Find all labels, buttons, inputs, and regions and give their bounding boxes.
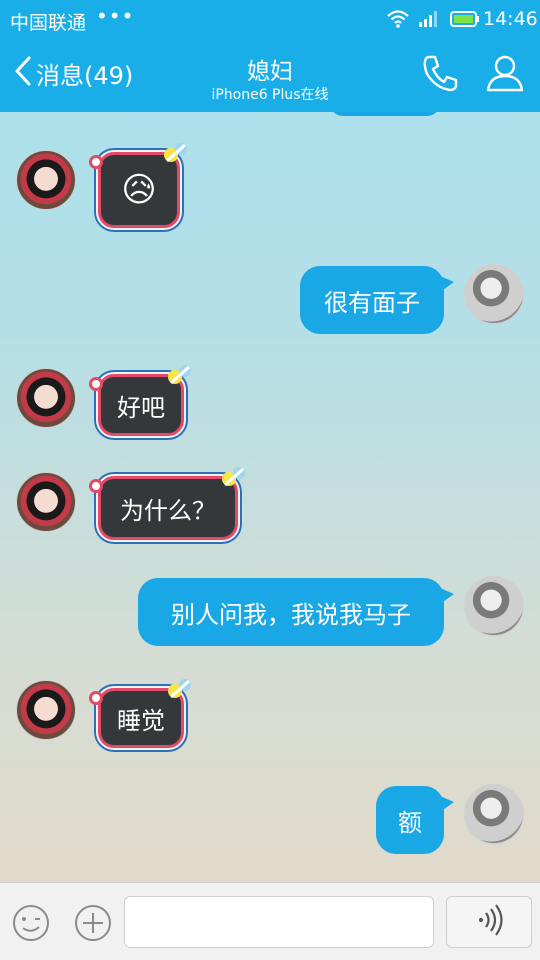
my-avatar[interactable] [464, 576, 524, 636]
voice-button[interactable] [446, 896, 532, 948]
plus-icon[interactable] [73, 903, 113, 947]
contact-avatar[interactable] [16, 150, 76, 210]
ribbon-decoration-icon [222, 467, 245, 487]
chat-area[interactable]: 😥 很有面子 好吧 为什么？ 别人问我，我说我马子 睡觉 额 [0, 112, 540, 882]
clock: 14:46 [483, 8, 538, 30]
chat-header: 消息(49) 媳妇 iPhone6 Plus在线 [0, 38, 540, 112]
message-bubble[interactable]: 好吧 [89, 365, 191, 436]
voice-icon [472, 903, 506, 941]
carrier-label: 中国联通 [10, 12, 87, 34]
input-bar [0, 882, 540, 960]
phone-icon[interactable] [422, 54, 458, 96]
battery-icon [450, 11, 480, 31]
message-text: 为什么？ [120, 496, 216, 525]
ribbon-decoration-icon [164, 143, 187, 163]
signal-icon [418, 10, 440, 32]
message-text: 别人问我，我说我马子 [171, 600, 411, 629]
message-bubble[interactable]: 别人问我，我说我马子 [138, 578, 454, 646]
ribbon-decoration-icon [168, 679, 191, 699]
contact-avatar[interactable] [16, 680, 76, 740]
message-text: 好吧 [117, 393, 165, 422]
my-avatar[interactable] [464, 264, 524, 324]
contact-avatar[interactable] [16, 472, 76, 532]
wifi-icon [386, 9, 410, 33]
partial-outgoing-bubble [330, 112, 440, 116]
profile-icon[interactable] [486, 54, 524, 96]
contact-status: iPhone6 Plus在线 [211, 87, 329, 103]
message-text: 额 [398, 808, 422, 837]
status-dots: ••• [96, 4, 135, 28]
contact-avatar[interactable] [16, 368, 76, 428]
message-bubble[interactable]: 😥 [89, 143, 187, 228]
message-bubble[interactable]: 额 [376, 786, 454, 854]
message-text: 很有面子 [324, 288, 420, 317]
ribbon-decoration-icon [168, 365, 191, 385]
message-text: 睡觉 [117, 706, 165, 735]
message-bubble[interactable]: 很有面子 [300, 266, 454, 334]
contact-name: 媳妇 [247, 59, 293, 85]
message-input[interactable] [124, 896, 434, 948]
emoji-icon[interactable] [11, 903, 51, 947]
message-text: 😥 [121, 170, 157, 210]
message-bubble[interactable]: 睡觉 [89, 679, 191, 748]
message-bubble[interactable]: 为什么？ [89, 467, 245, 540]
status-bar: 中国联通 ••• 14:46 [0, 0, 540, 38]
my-avatar[interactable] [464, 784, 524, 844]
